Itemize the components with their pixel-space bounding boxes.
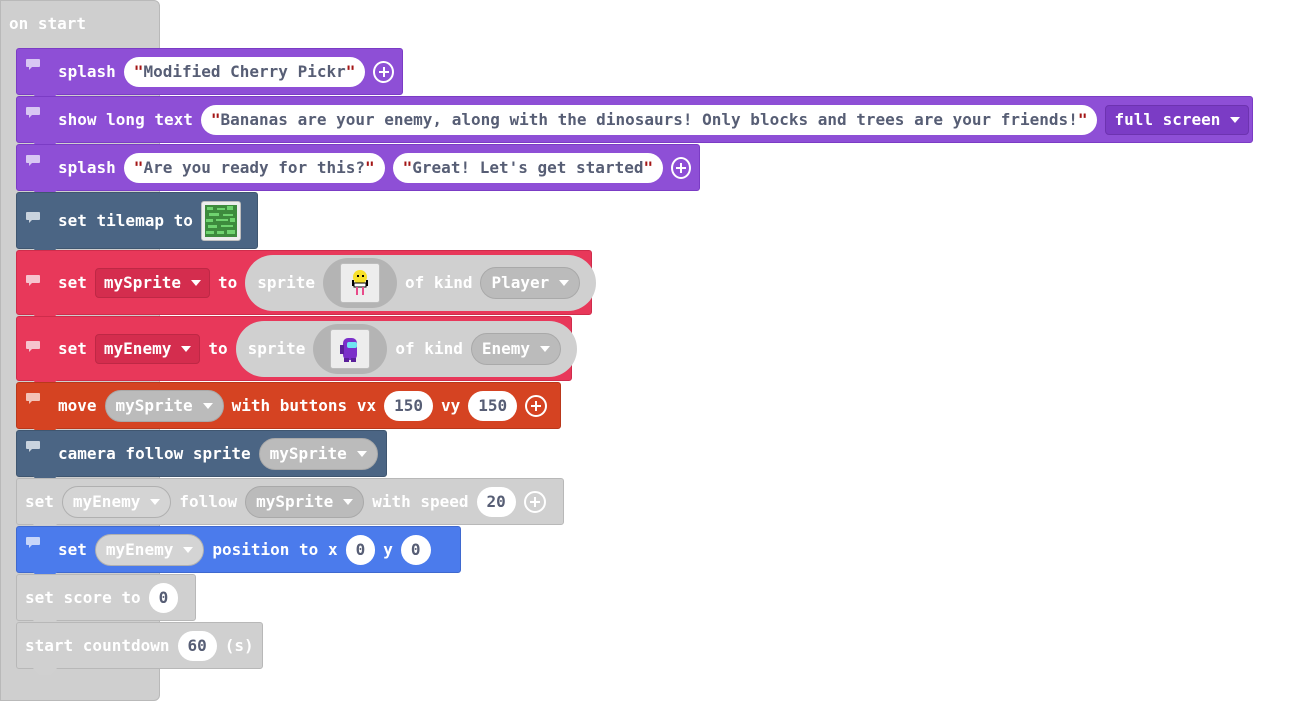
follow-label: follow xyxy=(179,492,238,511)
chevron-down-icon xyxy=(343,498,354,505)
comment-icon[interactable] xyxy=(26,212,40,223)
variable-dropdown-mysprite[interactable]: mySprite xyxy=(104,389,224,422)
chevron-down-icon xyxy=(202,402,213,409)
long-text-input[interactable]: " Bananas are your enemy, along with the … xyxy=(200,104,1098,135)
variable-dropdown-mysprite[interactable]: mySprite xyxy=(245,485,365,518)
move-label: move xyxy=(58,396,97,415)
splash-label: splash xyxy=(58,158,116,177)
comment-icon[interactable] xyxy=(26,107,40,118)
kind-dropdown-enemy[interactable]: Enemy xyxy=(470,332,562,365)
set-label: set xyxy=(58,540,87,559)
plus-circle-icon[interactable] xyxy=(523,490,546,513)
enemy-sprite-image xyxy=(340,337,358,362)
splash-block[interactable]: splash " Modified Cherry Pickr " xyxy=(16,48,403,101)
of-kind-label: of kind xyxy=(405,273,473,292)
comment-icon[interactable] xyxy=(26,393,40,404)
variable-dropdown-myenemy[interactable]: myEnemy xyxy=(94,333,201,364)
move-with-buttons-block[interactable]: move mySprite with buttons vx 150 vy 150 xyxy=(16,382,561,435)
chevron-down-icon xyxy=(150,498,161,505)
vx-input[interactable]: 150 xyxy=(384,390,433,421)
sprite-image-slot[interactable] xyxy=(323,257,398,308)
chevron-down-icon xyxy=(540,345,551,352)
enemy-sprite-thumbnail[interactable] xyxy=(330,328,371,369)
show-long-text-block[interactable]: show long text " Bananas are your enemy, … xyxy=(16,96,1253,149)
comment-icon[interactable] xyxy=(26,155,40,166)
splash-text-input[interactable]: " Modified Cherry Pickr " xyxy=(123,56,366,87)
splash-title-input[interactable]: " Are you ready for this? " xyxy=(123,152,385,183)
sprite-create-reporter[interactable]: sprite of kind Enemy xyxy=(235,320,578,377)
vy-input[interactable]: 150 xyxy=(468,390,518,421)
start-countdown-label: start countdown xyxy=(25,636,170,655)
chevron-down-icon xyxy=(190,279,201,286)
on-start-label: on start xyxy=(9,14,87,33)
score-input[interactable]: 0 xyxy=(148,582,179,613)
camera-follow-label: camera follow sprite xyxy=(58,444,251,463)
splash-label: splash xyxy=(58,62,116,81)
set-tilemap-label: set tilemap to xyxy=(58,211,193,230)
variable-dropdown-myenemy[interactable]: myEnemy xyxy=(61,485,172,518)
of-kind-label: of kind xyxy=(395,339,463,358)
camera-follow-block[interactable]: camera follow sprite mySprite xyxy=(16,430,387,483)
set-label: set xyxy=(58,273,87,292)
splash-two-line-block[interactable]: splash " Are you ready for this? " " Great!… xyxy=(16,144,700,197)
set-label: set xyxy=(25,492,54,511)
show-long-text-label: show long text xyxy=(58,110,193,129)
set-position-block[interactable]: set myEnemy position to x 0 y 0 xyxy=(16,526,461,579)
comment-icon[interactable] xyxy=(26,537,40,548)
tilemap-image xyxy=(204,204,237,237)
y-input[interactable]: 0 xyxy=(400,534,431,565)
with-buttons-vx-label: with buttons vx xyxy=(231,396,377,415)
chevron-down-icon xyxy=(356,450,367,457)
player-sprite-image xyxy=(352,269,369,295)
with-speed-label: with speed xyxy=(372,492,469,511)
plus-circle-icon[interactable] xyxy=(525,394,548,417)
set-score-label: set score to xyxy=(25,588,141,607)
set-tilemap-block[interactable]: set tilemap to xyxy=(16,192,258,255)
to-label: to xyxy=(217,273,238,292)
comment-icon[interactable] xyxy=(26,59,40,70)
set-label: set xyxy=(58,339,87,358)
sprite-image-slot[interactable] xyxy=(313,323,388,374)
countdown-input[interactable]: 60 xyxy=(177,630,217,661)
dialog-layout-dropdown[interactable]: full screen xyxy=(1105,104,1250,135)
comment-icon[interactable] xyxy=(26,341,40,352)
sprite-label: sprite xyxy=(257,273,316,292)
variable-dropdown-mysprite[interactable]: mySprite xyxy=(258,437,378,470)
plus-circle-icon[interactable] xyxy=(373,60,394,83)
variable-dropdown-mysprite[interactable]: mySprite xyxy=(94,267,210,298)
speed-input[interactable]: 20 xyxy=(476,486,516,517)
sprite-label: sprite xyxy=(247,339,306,358)
seconds-unit-label: (s) xyxy=(224,636,254,655)
follow-block[interactable]: set myEnemy follow mySprite with speed 2… xyxy=(16,478,564,531)
variable-dropdown-myenemy[interactable]: myEnemy xyxy=(94,533,205,566)
x-input[interactable]: 0 xyxy=(345,534,376,565)
chevron-down-icon xyxy=(183,546,194,553)
player-sprite-thumbnail[interactable] xyxy=(340,262,381,303)
comment-icon[interactable] xyxy=(26,275,40,286)
splash-subtitle-input[interactable]: " Great! Let's get started " xyxy=(392,152,664,183)
sprite-create-reporter[interactable]: sprite of kind Player xyxy=(245,254,597,311)
comment-icon[interactable] xyxy=(26,441,40,452)
y-label: y xyxy=(383,540,393,559)
set-sprite-block[interactable]: set mySprite to sprite of kind Player xyxy=(16,250,597,321)
kind-dropdown-player[interactable]: Player xyxy=(480,266,581,299)
start-countdown-block[interactable]: start countdown 60 (s) xyxy=(16,622,263,675)
chevron-down-icon xyxy=(1230,116,1241,123)
set-score-block[interactable]: set score to 0 xyxy=(16,574,196,627)
position-to-x-label: position to x xyxy=(212,540,338,559)
vy-label: vy xyxy=(441,396,461,415)
tilemap-thumbnail[interactable] xyxy=(200,200,241,241)
chevron-down-icon xyxy=(181,345,192,352)
chevron-down-icon xyxy=(559,279,570,286)
minus-circle-icon[interactable] xyxy=(671,156,691,179)
to-label: to xyxy=(208,339,228,358)
set-enemy-block[interactable]: set myEnemy to sprite of kind Enemy xyxy=(16,316,578,387)
